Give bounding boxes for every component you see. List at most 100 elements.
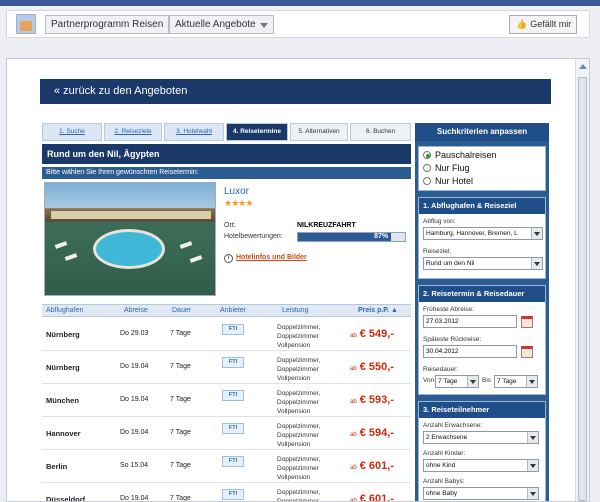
service-line: Doppelzimmer, xyxy=(277,423,321,430)
step-reisetermine[interactable]: 4. Reisetermine xyxy=(226,123,288,141)
departure-select-value: Hamburg, Hannover, Bremen, L xyxy=(426,230,518,237)
children-select[interactable]: ohne Kind xyxy=(423,459,539,472)
price-prefix: ab xyxy=(350,333,357,339)
chevron-down-icon xyxy=(530,436,536,440)
scroll-up-icon[interactable] xyxy=(579,64,587,69)
table-row[interactable]: Berlin So 15.04 7 Tage FTI Doppelzimmer, Dopp… xyxy=(42,450,411,483)
departure-box: 1. Abflughafen & Reiseziel Abflug von: H… xyxy=(418,197,546,279)
photo-chair xyxy=(189,255,203,263)
service-line: Doppelzimmer xyxy=(277,432,319,439)
duration-from-value: 7 Tage xyxy=(438,378,458,385)
page-avatar[interactable] xyxy=(16,14,36,34)
row-service: Doppelzimmer,DoppelzimmerVollpension xyxy=(277,488,320,502)
hotel-name[interactable]: Luxor xyxy=(224,186,249,197)
back-to-offers-link[interactable]: « zurück zu den Angeboten xyxy=(40,79,551,104)
hotel-info-link-label: Hotelinfos und Bilder xyxy=(236,254,307,261)
row-price[interactable]: ab € 550,- xyxy=(350,361,394,373)
step-suche[interactable]: 1. Suche xyxy=(42,123,102,141)
thumbs-up-icon: 👍 xyxy=(516,19,528,29)
row-duration: 7 Tage xyxy=(170,495,191,502)
row-price[interactable]: ab € 601,- xyxy=(350,493,394,502)
adults-select-value: 2 Erwachsene xyxy=(426,434,468,441)
radio-pauschalreisen[interactable]: Pauschalreisen xyxy=(423,150,497,160)
hotel-info-link[interactable]: i Hotelinfos und Bilder xyxy=(224,254,307,263)
photo-chair xyxy=(179,241,193,249)
tab-aktuelle-angebote[interactable]: Aktuelle Angebote xyxy=(169,15,274,34)
search-sidebar: Suchkriterien anpassen Pauschalreisen Nu… xyxy=(415,123,549,501)
departure-label: Abflug von: xyxy=(423,218,456,225)
hotel-photo[interactable] xyxy=(44,182,216,296)
row-price[interactable]: ab € 549,- xyxy=(350,328,394,340)
service-line: Doppelzimmer, xyxy=(277,456,321,463)
price-prefix: ab xyxy=(350,498,357,502)
rating-label: Hotelbewertungen: xyxy=(224,233,283,240)
table-row[interactable]: München Do 19.04 7 Tage FTI Doppelzimmer, Dop… xyxy=(42,384,411,417)
adults-select[interactable]: 2 Erwachsene xyxy=(423,431,539,444)
col-anbieter[interactable]: Anbieter xyxy=(220,307,246,314)
price-value: € 593,- xyxy=(359,394,394,406)
radio-off-icon xyxy=(423,164,431,172)
tab-aktuelle-angebote-label: Aktuelle Angebote xyxy=(175,19,256,30)
destination-select-value: Rund um den Nil xyxy=(426,260,475,267)
scrollbar-thumb[interactable] xyxy=(578,77,587,501)
row-service: Doppelzimmer,DoppelzimmerVollpension xyxy=(277,389,320,416)
col-preis[interactable]: Preis p.P. ▲ xyxy=(358,307,398,314)
scrollbar[interactable] xyxy=(575,59,589,501)
chevron-down-icon xyxy=(260,23,268,28)
col-leistung[interactable]: Leistung xyxy=(282,307,308,314)
service-line: Doppelzimmer, xyxy=(277,324,321,331)
col-dauer[interactable]: Dauer xyxy=(172,307,191,314)
departure-select[interactable]: Hamburg, Hannover, Bremen, L xyxy=(423,227,543,240)
col-abflughafen[interactable]: Abflughafen xyxy=(46,307,83,314)
children-select-value: ohne Kind xyxy=(426,462,456,469)
date-box: 2. Reisetermin & Reisedauer Früheste Abr… xyxy=(418,285,546,395)
latest-return-input[interactable]: 30.04.2012 xyxy=(423,345,517,358)
service-line: Doppelzimmer xyxy=(277,498,319,502)
travelers-title: 3. Reiseteilnehmer xyxy=(419,402,545,418)
duration-to-select[interactable]: 7 Tage xyxy=(494,375,538,388)
calendar-icon[interactable] xyxy=(521,346,533,358)
star-rating-icon: ★★★★ xyxy=(224,198,253,208)
radio-pauschalreisen-label: Pauschalreisen xyxy=(435,150,497,160)
chevron-down-icon xyxy=(529,380,535,384)
col-abreise[interactable]: Abreise xyxy=(124,307,148,314)
table-row[interactable]: Düsseldorf Do 19.04 7 Tage FTI Doppelzimmer,… xyxy=(42,483,411,502)
calendar-icon[interactable] xyxy=(521,316,533,328)
row-departure-airport: Düsseldorf xyxy=(46,495,86,502)
row-departure-date: Do 19.04 xyxy=(120,396,149,403)
trip-title: Rund um den Nil, Ägypten xyxy=(42,144,411,164)
radio-nur-hotel[interactable]: Nur Hotel xyxy=(423,176,473,186)
table-row[interactable]: Nürnberg Do 19.04 7 Tage FTI Doppelzimmer, Do… xyxy=(42,351,411,384)
like-button[interactable]: 👍 Gefällt mir xyxy=(509,15,577,34)
sidebar-title: Suchkriterien anpassen xyxy=(415,123,549,141)
provider-logo-icon: FTI xyxy=(222,390,244,401)
location-label: Ort: xyxy=(224,222,236,229)
departure-title: 1. Abflughafen & Reiseziel xyxy=(419,198,545,214)
table-row[interactable]: Hannover Do 19.04 7 Tage FTI Doppelzimmer, Do… xyxy=(42,417,411,450)
row-departure-airport: Nürnberg xyxy=(46,330,80,339)
radio-nur-flug[interactable]: Nur Flug xyxy=(423,163,470,173)
tab-partnerprogramm[interactable]: Partnerprogramm Reisen xyxy=(45,15,170,34)
babies-select[interactable]: ohne Baby xyxy=(423,487,539,500)
duration-label: Reisedauer: xyxy=(423,366,459,373)
col-preis-label: Preis p.P. xyxy=(358,307,390,314)
travel-type-box: Pauschalreisen Nur Flug Nur Hotel xyxy=(418,146,546,191)
table-row[interactable]: Nürnberg Do 29.03 7 Tage FTI Doppelzimmer, Do… xyxy=(42,318,411,351)
destination-select[interactable]: Rund um den Nil xyxy=(423,257,543,270)
rating-bar: 87% xyxy=(297,232,406,242)
duration-to-value: 7 Tage xyxy=(497,378,517,385)
service-line: Doppelzimmer xyxy=(277,333,319,340)
travelers-box: 3. Reiseteilnehmer Anzahl Erwachsene: 2 … xyxy=(418,401,546,501)
row-price[interactable]: ab € 594,- xyxy=(350,427,394,439)
rating-bar-fill: 87% xyxy=(298,233,392,241)
location-value: NILKREUZFAHRT xyxy=(297,222,356,229)
duration-from-select[interactable]: 7 Tage xyxy=(435,375,479,388)
price-value: € 594,- xyxy=(359,427,394,439)
earliest-departure-input[interactable]: 27.03.2012 xyxy=(423,315,517,328)
row-price[interactable]: ab € 593,- xyxy=(350,394,394,406)
row-price[interactable]: ab € 601,- xyxy=(350,460,394,472)
step-hotelwahl[interactable]: 3. Hotelwahl xyxy=(164,123,224,141)
step-reiseziele[interactable]: 2. Reiseziele xyxy=(104,123,162,141)
page-avatar-image xyxy=(20,21,32,31)
provider-logo-icon: FTI xyxy=(222,357,244,368)
